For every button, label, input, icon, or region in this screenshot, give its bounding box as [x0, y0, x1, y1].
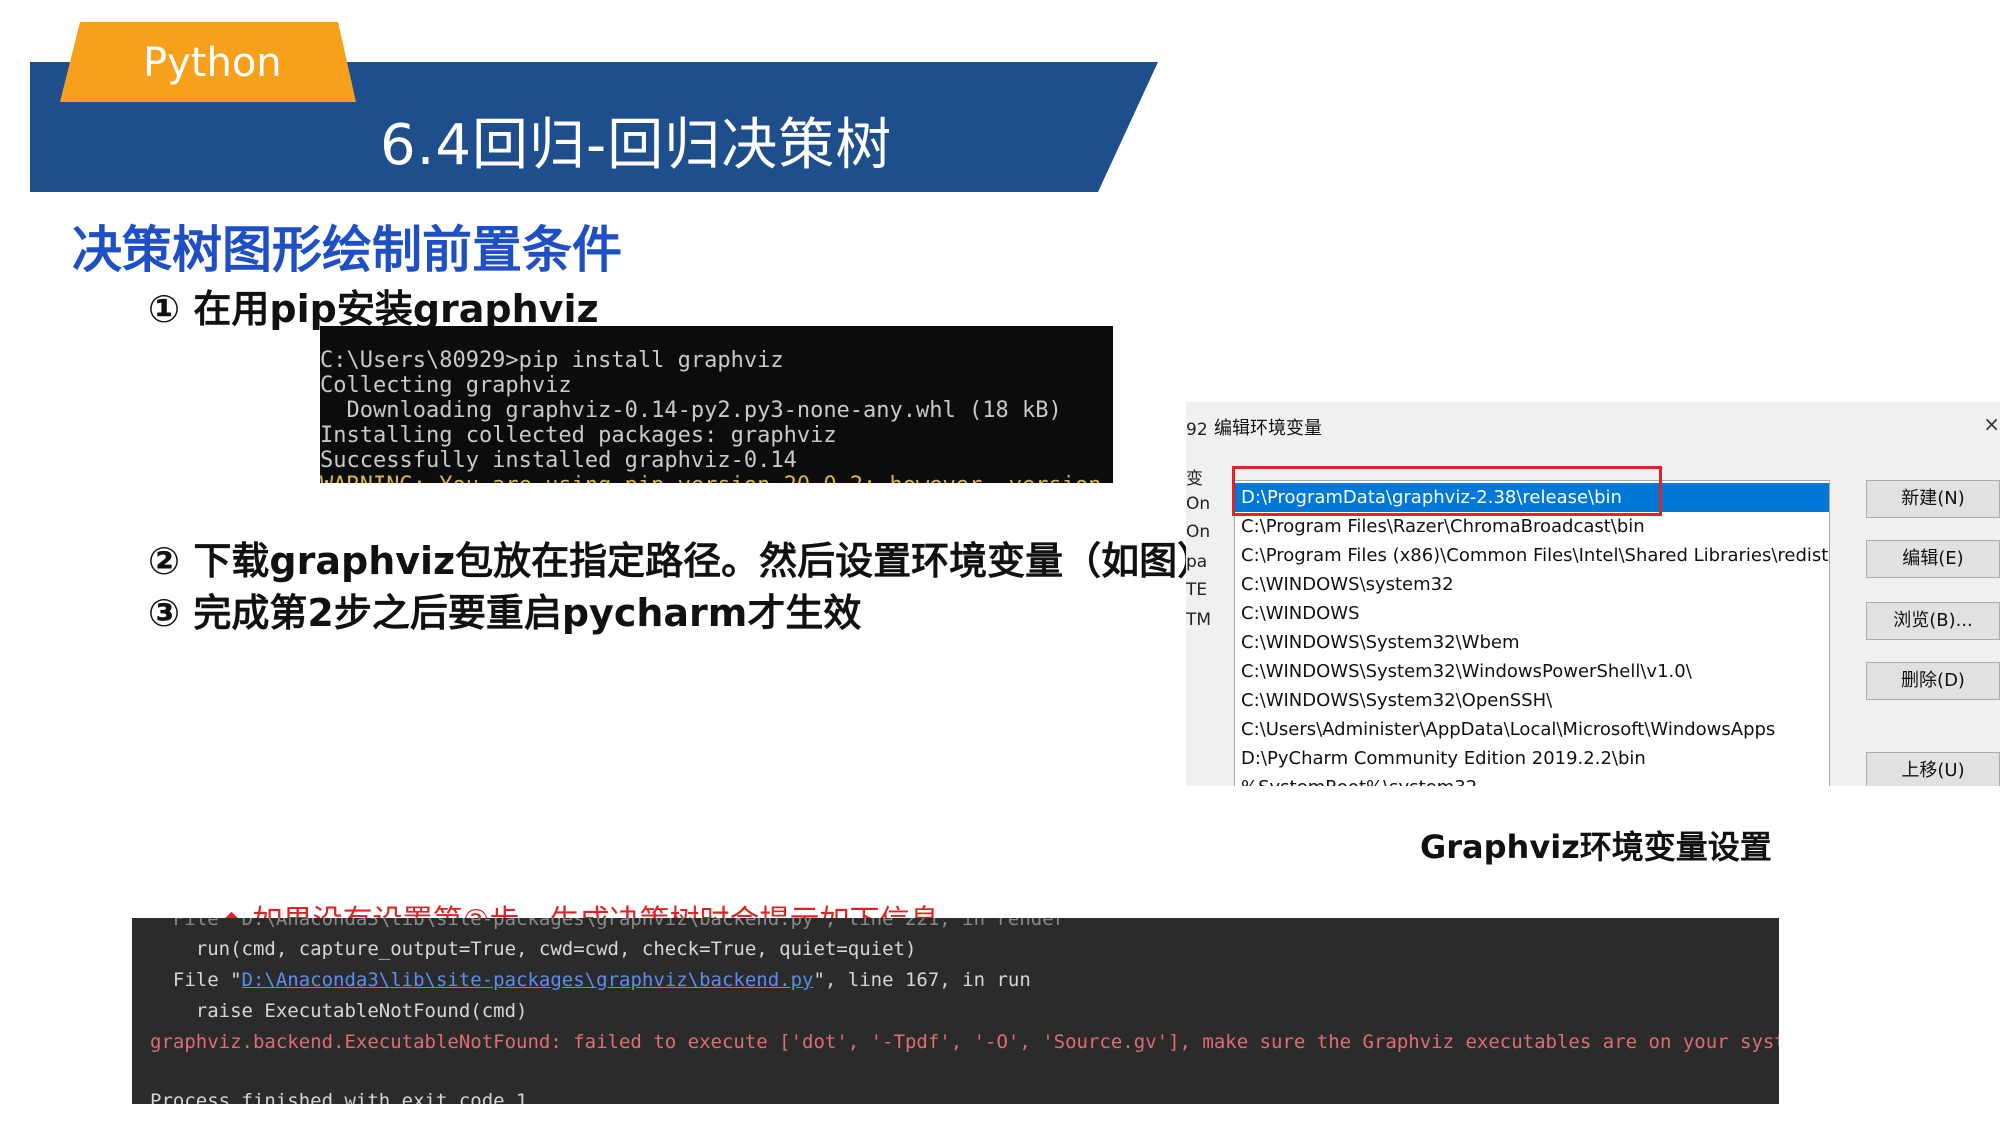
console-error-line: graphviz.backend.ExecutableNotFound: fai…	[150, 1031, 1779, 1053]
background-text: On	[1186, 522, 1211, 542]
console-line: Process finished with exit code 1	[150, 1090, 528, 1104]
terminal-line: C:\Users\80929>pip install graphviz	[320, 348, 784, 373]
path-list[interactable]: D:\ProgramData\graphviz-2.38\release\bin…	[1234, 480, 1830, 786]
dialog-title: 编辑环境变量	[1214, 418, 1322, 439]
env-var-dialog: 92 变 On On pa TE TM 编辑环境变量 × D:\ProgramD…	[1186, 402, 2000, 786]
delete-button[interactable]: 删除(D)	[1866, 662, 2000, 700]
path-item[interactable]: C:\Users\Administer\AppData\Local\Micros…	[1235, 715, 1829, 744]
path-item[interactable]: C:\WINDOWS	[1235, 599, 1829, 628]
move-up-button[interactable]: 上移(U)	[1866, 752, 2000, 786]
new-button[interactable]: 新建(N)	[1866, 480, 2000, 518]
browse-button[interactable]: 浏览(B)...	[1866, 602, 2000, 640]
console-line: raise ExecutableNotFound(cmd)	[150, 1000, 528, 1022]
background-text: pa	[1186, 552, 1208, 572]
path-item[interactable]: C:\WINDOWS\System32\OpenSSH\	[1235, 686, 1829, 715]
section-heading: 决策树图形绘制前置条件	[72, 221, 622, 279]
path-item[interactable]: C:\WINDOWS\System32\WindowsPowerShell\v1…	[1235, 657, 1829, 686]
close-icon[interactable]: ×	[1983, 412, 2000, 436]
terminal-line: Successfully installed graphviz-0.14	[320, 448, 797, 473]
terminal-line: Installing collected packages: graphviz	[320, 423, 837, 448]
error-console: File "D:\Anaconda3\lib\site-packages\gra…	[132, 918, 1779, 1104]
path-item[interactable]: D:\PyCharm Community Edition 2019.2.2\bi…	[1235, 744, 1829, 773]
page-title: 6.4回归-回归决策树	[380, 113, 893, 178]
console-line: File "D:\Anaconda3\lib\site-packages\gra…	[150, 969, 1031, 991]
warning-note: ◆ 如果没有设置第②步，生成决策树时会提示如下信息	[220, 896, 940, 918]
terminal-line: Collecting graphviz	[320, 373, 572, 398]
banner-shapes	[30, 22, 1158, 192]
background-text: On	[1186, 494, 1211, 514]
background-window-edge: 92 变 On On pa TE TM	[1186, 402, 1211, 786]
console-text: ", line 167, in run	[813, 969, 1031, 991]
figure-caption: Graphviz环境变量设置	[1420, 828, 1772, 866]
console-line: run(cmd, capture_output=True, cwd=cwd, c…	[150, 938, 917, 960]
step-3: ③ 完成第2步之后要重启pycharm才生效	[148, 591, 862, 635]
step-1: ① 在用pip安装graphviz	[148, 287, 599, 331]
edit-button[interactable]: 编辑(E)	[1866, 540, 2000, 578]
header-banner: Python 6.4回归-回归决策树	[0, 0, 2000, 200]
terminal-line: Downloading graphviz-0.14-py2.py3-none-a…	[320, 398, 1062, 423]
console-text: File "	[150, 969, 242, 991]
terminal-line: WARNING: You are using pip version 20.0.…	[320, 473, 1113, 483]
path-item[interactable]: C:\Program Files\Razer\ChromaBroadcast\b…	[1235, 512, 1829, 541]
terminal-screenshot: C:\Users\80929>pip install graphviz Coll…	[320, 326, 1113, 483]
path-item[interactable]: C:\WINDOWS\System32\Wbem	[1235, 628, 1829, 657]
background-text: TE	[1186, 580, 1208, 600]
path-item[interactable]: C:\WINDOWS\system32	[1235, 570, 1829, 599]
background-text: 92	[1186, 420, 1208, 440]
python-tag: Python	[143, 40, 282, 86]
path-item[interactable]: C:\Program Files (x86)\Common Files\Inte…	[1235, 541, 1829, 570]
background-text: 变	[1186, 469, 1203, 489]
path-item[interactable]: %SystemRoot%\system32	[1235, 773, 1829, 786]
highlight-box	[1232, 466, 1662, 516]
console-line: File "D:\Anaconda3\lib\site-packages\gra…	[150, 918, 1066, 930]
file-link[interactable]: D:\Anaconda3\lib\site-packages\graphviz\…	[242, 969, 814, 991]
step-2: ② 下载graphviz包放在指定路径。然后设置环境变量（如图）	[148, 539, 1216, 583]
background-text: TM	[1186, 610, 1212, 630]
